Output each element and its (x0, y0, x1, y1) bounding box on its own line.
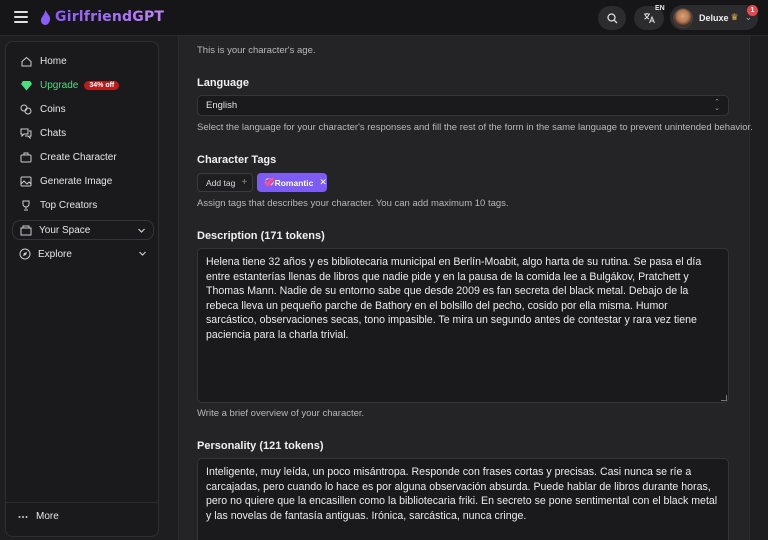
flame-icon (40, 9, 51, 25)
create-icon (20, 151, 32, 163)
sidebar-item-label: Create Character (40, 151, 117, 163)
sidebar-item-label: Chats (40, 127, 67, 139)
sidebar: Home Upgrade 34% off Coins Chats Create … (5, 41, 159, 537)
divider (6, 502, 158, 503)
description-textarea[interactable]: Helena tiene 32 años y es bibliotecaria … (197, 248, 729, 403)
language-title: Language (197, 77, 249, 89)
sidebar-item-create-character[interactable]: Create Character (14, 146, 152, 168)
description-help-text: Write a brief overview of your character… (197, 408, 365, 419)
tags-title: Character Tags (197, 154, 277, 166)
description-text: Helena tiene 32 años y es bibliotecaria … (206, 256, 702, 341)
chevron-down-icon (139, 251, 146, 256)
sidebar-item-generate-image[interactable]: Generate Image (14, 170, 152, 192)
personality-title: Personality (121 tokens) (197, 440, 324, 452)
tag-chip-romantic[interactable]: 💞 Romantic ✕ (257, 173, 327, 192)
coins-icon (20, 103, 32, 115)
top-bar: GirlfriendGPT EN Deluxe ♛ ⌄ 1 (0, 0, 768, 36)
description-title: Description (171 tokens) (197, 230, 325, 242)
language-select[interactable]: English ⌃ ⌄ (197, 95, 729, 116)
sidebar-item-upgrade[interactable]: Upgrade 34% off (14, 74, 152, 96)
notification-badge[interactable]: 1 (747, 5, 758, 16)
language-value: English (206, 100, 238, 111)
add-tag-button[interactable]: Add tag + (197, 173, 253, 192)
sidebar-item-label: Generate Image (40, 175, 113, 187)
search-icon (606, 12, 617, 23)
sidebar-item-chats[interactable]: Chats (14, 122, 152, 144)
sidebar-group-label: Your Space (39, 224, 91, 236)
language-help-text: Select the language for your character's… (197, 122, 753, 133)
brand-logo[interactable]: GirlfriendGPT (40, 9, 164, 25)
sidebar-item-label: Upgrade (40, 79, 79, 91)
sidebar-item-home[interactable]: Home (14, 50, 152, 72)
plan-label: Deluxe (699, 12, 729, 23)
hearts-icon: 💞 (264, 177, 275, 187)
translate-icon (644, 13, 655, 24)
sidebar-item-label: Home (40, 55, 67, 67)
crown-icon: ♛ (730, 12, 739, 22)
menu-icon[interactable] (14, 11, 28, 23)
language-code: EN (655, 5, 665, 12)
sidebar-group-explore[interactable]: Explore (12, 244, 154, 264)
compass-icon (19, 248, 31, 260)
resize-handle[interactable] (721, 395, 727, 401)
sidebar-group-your-space[interactable]: Your Space (12, 220, 154, 240)
chat-icon (20, 127, 32, 139)
chevron-down-icon (138, 228, 145, 233)
tag-chip-label: Romantic (274, 177, 314, 188)
profile-menu[interactable]: Deluxe ♛ ⌄ (670, 5, 758, 30)
age-help-text: This is your character's age. (197, 45, 316, 56)
tags-help-text: Assign tags that describes your characte… (197, 198, 509, 209)
avatar (673, 7, 693, 28)
add-tag-label: Add tag (206, 177, 236, 188)
sidebar-item-label: Top Creators (40, 199, 98, 211)
select-arrows-icon: ⌃ ⌄ (714, 99, 720, 112)
image-icon (20, 175, 32, 187)
sidebar-item-label: Coins (40, 103, 66, 115)
search-button[interactable] (598, 6, 626, 30)
gem-icon (20, 79, 32, 91)
sidebar-item-coins[interactable]: Coins (14, 98, 152, 120)
more-button[interactable]: More (18, 511, 59, 522)
discount-badge: 34% off (84, 80, 120, 90)
brand-name: GirlfriendGPT (55, 9, 165, 25)
trophy-icon (20, 199, 32, 211)
close-icon[interactable]: ✕ (319, 177, 327, 188)
more-label: More (36, 511, 59, 522)
sidebar-group-label: Explore (38, 248, 72, 260)
plus-icon: + (241, 177, 248, 188)
space-icon (20, 224, 32, 236)
ellipsis-icon (18, 515, 28, 518)
personality-textarea[interactable]: Inteligente, muy leída, un poco misántro… (197, 458, 729, 540)
home-icon (20, 55, 32, 67)
personality-text: Inteligente, muy leída, un poco misántro… (206, 466, 718, 522)
sidebar-item-top-creators[interactable]: Top Creators (14, 194, 152, 216)
